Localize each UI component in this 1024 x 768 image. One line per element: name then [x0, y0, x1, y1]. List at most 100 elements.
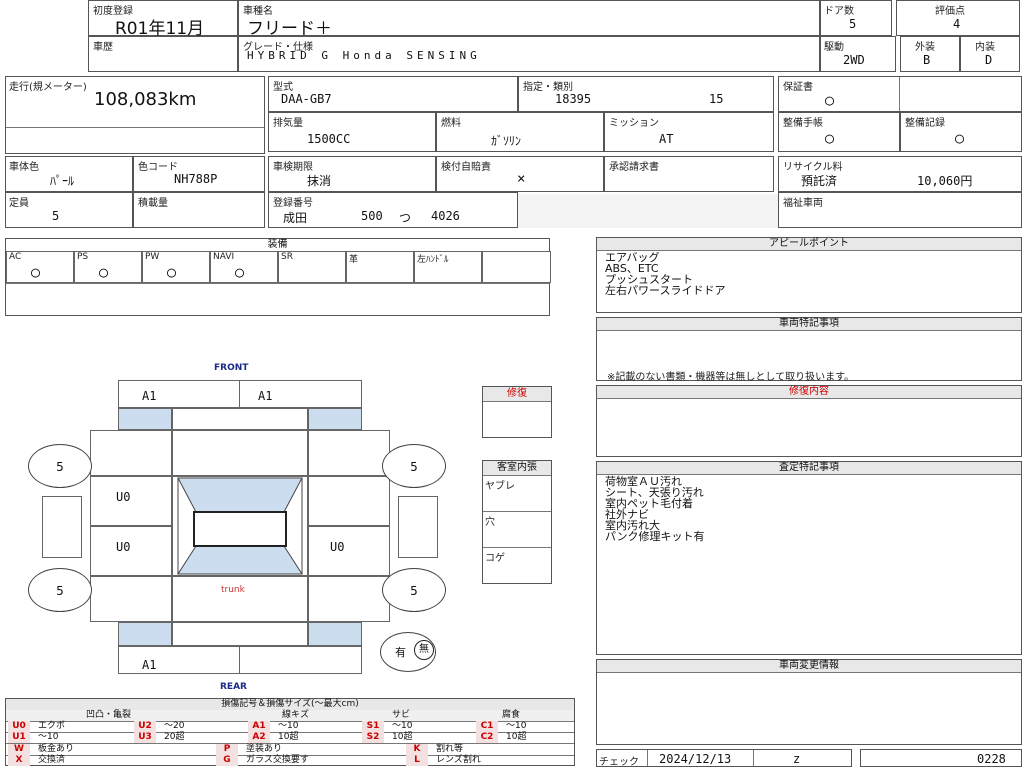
legend-code: L — [406, 755, 428, 766]
interior-row-tear: ヤブレ — [485, 481, 515, 492]
equipment-1: AC ○ — [6, 251, 74, 283]
designation-cell: 指定・類別 18395 15 — [518, 76, 774, 112]
legend-code: A2 — [248, 732, 270, 743]
legend-code: U3 — [134, 732, 156, 743]
damage-a1-rear: A1 — [142, 658, 157, 672]
rear-gate — [172, 622, 308, 646]
recycle-cell: リサイクル料 預託済 10,060円 — [778, 156, 1022, 192]
rear-right-bumper-corner — [308, 622, 362, 646]
mission-value: AT — [659, 132, 674, 146]
color-code-cell: 色コード NH788P — [133, 156, 265, 192]
legend-desc: 10超 — [278, 732, 299, 742]
tire-front-right: 5 — [382, 444, 446, 488]
doors-label: ドア数 — [824, 6, 854, 17]
legend-desc: 塗装あり — [246, 744, 283, 754]
designation-value-2: 15 — [709, 92, 724, 106]
appeal-line: 左右パワースライドドア — [605, 284, 726, 297]
recycle-status: 預託済 — [801, 174, 838, 188]
front-right-door — [308, 476, 390, 526]
equipment-label: 革 — [349, 255, 359, 265]
legend-code: A1 — [248, 721, 270, 732]
history-cell: 車歴 — [88, 36, 238, 72]
drive-value: 2WD — [843, 53, 865, 67]
notes-panel: 車両特記事項 ※記載のない書類・機器等は無しとして取り扱います。 — [596, 317, 1022, 383]
plate-area: 成田 — [283, 211, 308, 225]
score-cell: 評価点 4 — [896, 0, 1020, 36]
legend-desc: ガラス交換要す — [246, 755, 309, 765]
plate-cell: 登録番号 成田 500 つ 4026 — [268, 192, 518, 228]
damage-a1-front-right: A1 — [258, 389, 273, 403]
doors-cell: ドア数 5 — [820, 0, 892, 36]
maintenance-record-cell: 整備記録 ○ — [900, 112, 1022, 152]
check-label: チェック — [599, 757, 639, 768]
left-step — [42, 496, 82, 558]
notes-text: ※記載のない書類・機器等は無しとして取り扱います。 — [607, 372, 855, 383]
plate-label: 登録番号 — [273, 198, 313, 209]
insurance-label: 検付自賠責 — [441, 162, 491, 173]
right-step — [398, 496, 438, 558]
doors-value: 5 — [849, 17, 857, 31]
inspection-value: 抹消 — [307, 174, 332, 188]
mileage-value: 108,083km — [94, 89, 197, 110]
front-right-fender — [308, 430, 390, 476]
approval-label: 承認請求書 — [609, 162, 659, 173]
body-color-label: 車体色 — [9, 162, 39, 173]
designation-value-1: 18395 — [555, 92, 592, 106]
capacity-cell: 定員 5 — [5, 192, 133, 228]
inspection-notes-panel: 査定特記事項 荷物室ＡＵ汚れ シート、天張り汚れ 室内ペット毛付着 社外ナビ 室内汚れ大… — [596, 461, 1022, 655]
welfare-label: 福祉車両 — [783, 198, 823, 209]
body-color-value: ﾊﾟｰﾙ — [50, 174, 75, 188]
exterior-cell: 外装 B — [900, 36, 960, 72]
designation-label: 指定・類別 — [523, 82, 573, 93]
equipment-label: AC — [9, 252, 22, 262]
front-left-door — [90, 476, 172, 526]
grade-cell: グレード・仕様 HYBRID G Honda SENSING — [238, 36, 820, 72]
interior-row-burn: コゲ — [485, 553, 505, 564]
legend-code: S2 — [362, 732, 384, 743]
front-left-fender-top — [118, 408, 172, 430]
legend-desc: 10超 — [506, 732, 527, 742]
equipment-label: SR — [281, 252, 293, 262]
color-code-label: 色コード — [138, 162, 178, 173]
trunk-label: trunk — [221, 585, 245, 595]
rear-left-quarter — [90, 576, 172, 622]
hood-front — [172, 408, 308, 430]
exterior-label: 外装 — [915, 42, 935, 53]
mission-cell: ミッション AT — [604, 112, 774, 152]
equipment-4: NAVI ○ — [210, 251, 278, 283]
tire-front-left: 5 — [28, 444, 92, 488]
legend-cat-corrosion: 腐食 — [502, 710, 521, 720]
mission-label: ミッション — [609, 118, 659, 129]
mileage-label: 走行(規メーター) — [9, 82, 87, 93]
maintenance-record-label: 整備記録 — [905, 118, 945, 129]
mileage-cell: 走行(規メーター) 108,083km — [5, 76, 265, 154]
legend-code: C2 — [476, 732, 498, 743]
warranty-label: 保証書 — [783, 82, 813, 93]
legend-desc: エクボ — [38, 721, 66, 731]
roof-glass-diagram — [177, 477, 303, 575]
equipment-label: 左ﾊﾝﾄﾞﾙ — [417, 255, 449, 265]
damage-u0-right: U0 — [330, 540, 345, 554]
equipment-table: 装備 AC ○ PS ○ PW ○ NAVI ○ SR 革左ﾊﾝﾄﾞﾙ — [5, 238, 551, 316]
capacity-value: 5 — [52, 209, 60, 223]
rear-right-quarter — [308, 576, 390, 622]
legend-desc: レンズ割れ — [436, 755, 481, 765]
interior-box: 客室内張 ヤブレ 穴 コゲ — [482, 460, 552, 584]
tire-rear-left: 5 — [28, 568, 92, 612]
insurance-value: × — [517, 171, 526, 187]
legend-desc: 〜10 — [506, 721, 527, 731]
inspection-cell: 車検期限 抹消 — [268, 156, 436, 192]
legend-cat-scratch: 線キズ — [282, 710, 310, 720]
equipment-value: ○ — [99, 263, 109, 281]
legend-desc: 割れ等 — [436, 744, 464, 754]
rear-right-door — [308, 526, 390, 576]
front-left-fender — [90, 430, 172, 476]
warranty-cell: 保証書 ○ — [778, 76, 1022, 112]
legend-cat-rust: サビ — [392, 710, 411, 720]
score-value: 4 — [953, 17, 961, 31]
legend-code: S1 — [362, 721, 384, 732]
notes-title: 車両特記事項 — [597, 318, 1021, 331]
maintenance-manual-cell: 整備手帳 ○ — [778, 112, 900, 152]
drive-cell: 駆動 2WD — [820, 36, 896, 72]
inspection-note-line: パンク修理キット有 — [605, 530, 705, 543]
